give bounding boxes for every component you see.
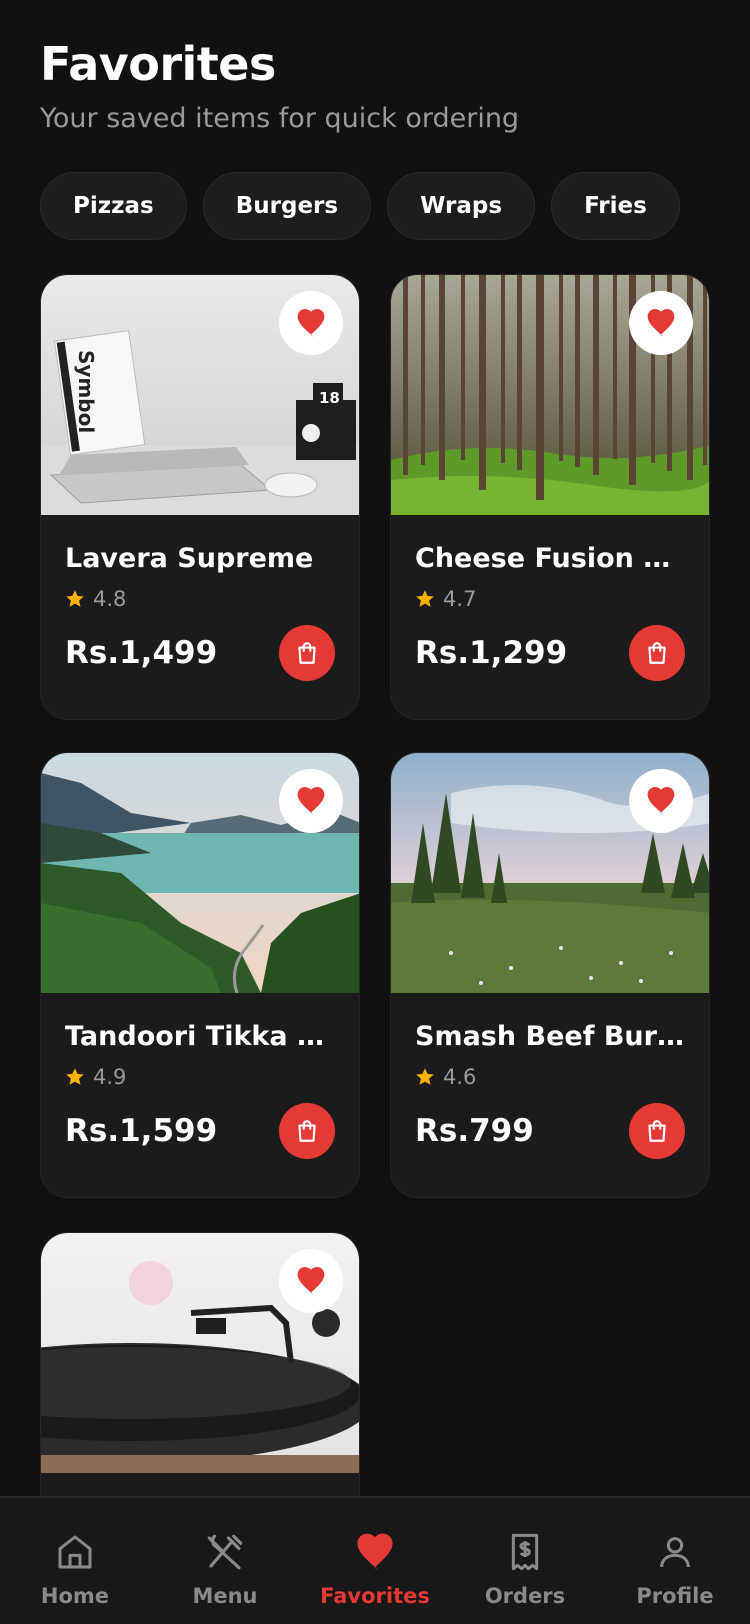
svg-text:18: 18 <box>319 389 340 407</box>
star-icon <box>416 1068 434 1085</box>
nav-label: Menu <box>192 1584 258 1608</box>
heart-icon <box>297 1267 325 1295</box>
item-rating: 4.8 <box>65 587 335 611</box>
nav-label: Profile <box>636 1584 714 1608</box>
nav-label: Home <box>40 1584 110 1608</box>
rating-value: 4.7 <box>443 587 477 611</box>
user-icon <box>660 1537 690 1568</box>
favorite-toggle-button[interactable] <box>279 291 343 355</box>
svg-text:Symbol: Symbol <box>74 350 98 433</box>
item-price: Rs.1,599 <box>65 1113 218 1149</box>
item-name: Cheese Fusion Bl… <box>415 543 685 574</box>
rating-value: 4.8 <box>93 587 127 611</box>
nav-label: Orders <box>484 1584 566 1608</box>
item-name: Lavera Supreme <box>65 543 314 574</box>
item-name: Tandoori Tikka Bl… <box>65 1021 335 1052</box>
utensils-icon <box>207 1534 243 1570</box>
nav-item-home[interactable]: Home <box>0 1498 150 1624</box>
favorite-item-card[interactable]: Symbol 18 Lavera Supreme 4.8 Rs.1,499 <box>40 274 360 720</box>
add-to-cart-button[interactable] <box>629 1103 685 1159</box>
page-header: Favorites Your saved items for quick ord… <box>40 36 519 136</box>
category-filter-chips: Pizzas Burgers Wraps Fries <box>40 172 680 240</box>
favorite-toggle-button[interactable] <box>279 1249 343 1313</box>
heart-icon <box>647 309 675 337</box>
item-rating: 4.9 <box>65 1065 335 1089</box>
favorite-toggle-button[interactable] <box>279 769 343 833</box>
add-to-cart-button[interactable] <box>279 1103 335 1159</box>
mountain-lake-photo <box>41 753 359 993</box>
star-icon <box>66 590 84 607</box>
star-icon <box>416 590 434 607</box>
rating-value: 4.9 <box>93 1065 127 1089</box>
receipt-icon <box>511 1533 539 1571</box>
star-icon <box>66 1068 84 1085</box>
home-icon <box>58 1535 92 1569</box>
item-rating: 4.7 <box>415 587 685 611</box>
rating-value: 4.6 <box>443 1065 477 1089</box>
shopping-bag-icon <box>298 642 316 664</box>
filter-chip-burgers[interactable]: Burgers <box>202 172 372 240</box>
favorite-item-card[interactable]: Smash Beef Burger 4.6 Rs.799 <box>390 752 710 1198</box>
item-price: Rs.1,499 <box>65 635 218 671</box>
favorite-toggle-button[interactable] <box>629 769 693 833</box>
nav-label: Favorites <box>320 1584 430 1608</box>
nav-item-orders[interactable]: Orders <box>450 1498 600 1624</box>
page-subtitle: Your saved items for quick ordering <box>40 103 520 134</box>
item-price: Rs.799 <box>415 1113 534 1149</box>
heart-icon <box>647 787 675 815</box>
item-rating: 4.6 <box>415 1065 685 1089</box>
shopping-bag-icon <box>648 642 666 664</box>
favorite-item-card[interactable]: Tandoori Tikka Bl… 4.9 Rs.1,599 <box>40 752 360 1198</box>
add-to-cart-button[interactable] <box>629 625 685 681</box>
shopping-bag-icon <box>298 1120 316 1142</box>
favorites-screen: Favorites Your saved items for quick ord… <box>0 0 750 1624</box>
shopping-bag-icon <box>648 1120 666 1142</box>
heart-icon <box>357 1533 393 1571</box>
filter-chip-pizzas[interactable]: Pizzas <box>40 172 187 240</box>
heart-icon <box>297 309 325 337</box>
nav-item-menu[interactable]: Menu <box>150 1498 300 1624</box>
bottom-navigation: Home Menu Favorites Orders Profile <box>0 1496 750 1624</box>
item-price: Rs.1,299 <box>415 635 568 671</box>
nav-item-profile[interactable]: Profile <box>600 1498 750 1624</box>
nav-item-favorites[interactable]: Favorites <box>300 1498 450 1624</box>
record-player-photo <box>41 1233 359 1473</box>
pine-forest-photo <box>391 275 709 515</box>
meadow-trees-photo <box>391 753 709 993</box>
item-name: Smash Beef Burger <box>415 1021 685 1052</box>
add-to-cart-button[interactable] <box>279 625 335 681</box>
filter-chip-wraps[interactable]: Wraps <box>387 172 536 240</box>
heart-icon <box>297 787 325 815</box>
page-title: Favorites <box>40 37 276 91</box>
laptop-desk-photo: Symbol 18 <box>41 275 359 515</box>
favorite-toggle-button[interactable] <box>629 291 693 355</box>
favorite-item-card[interactable]: Cheese Fusion Bl… 4.7 Rs.1,299 <box>390 274 710 720</box>
filter-chip-fries[interactable]: Fries <box>551 172 680 240</box>
